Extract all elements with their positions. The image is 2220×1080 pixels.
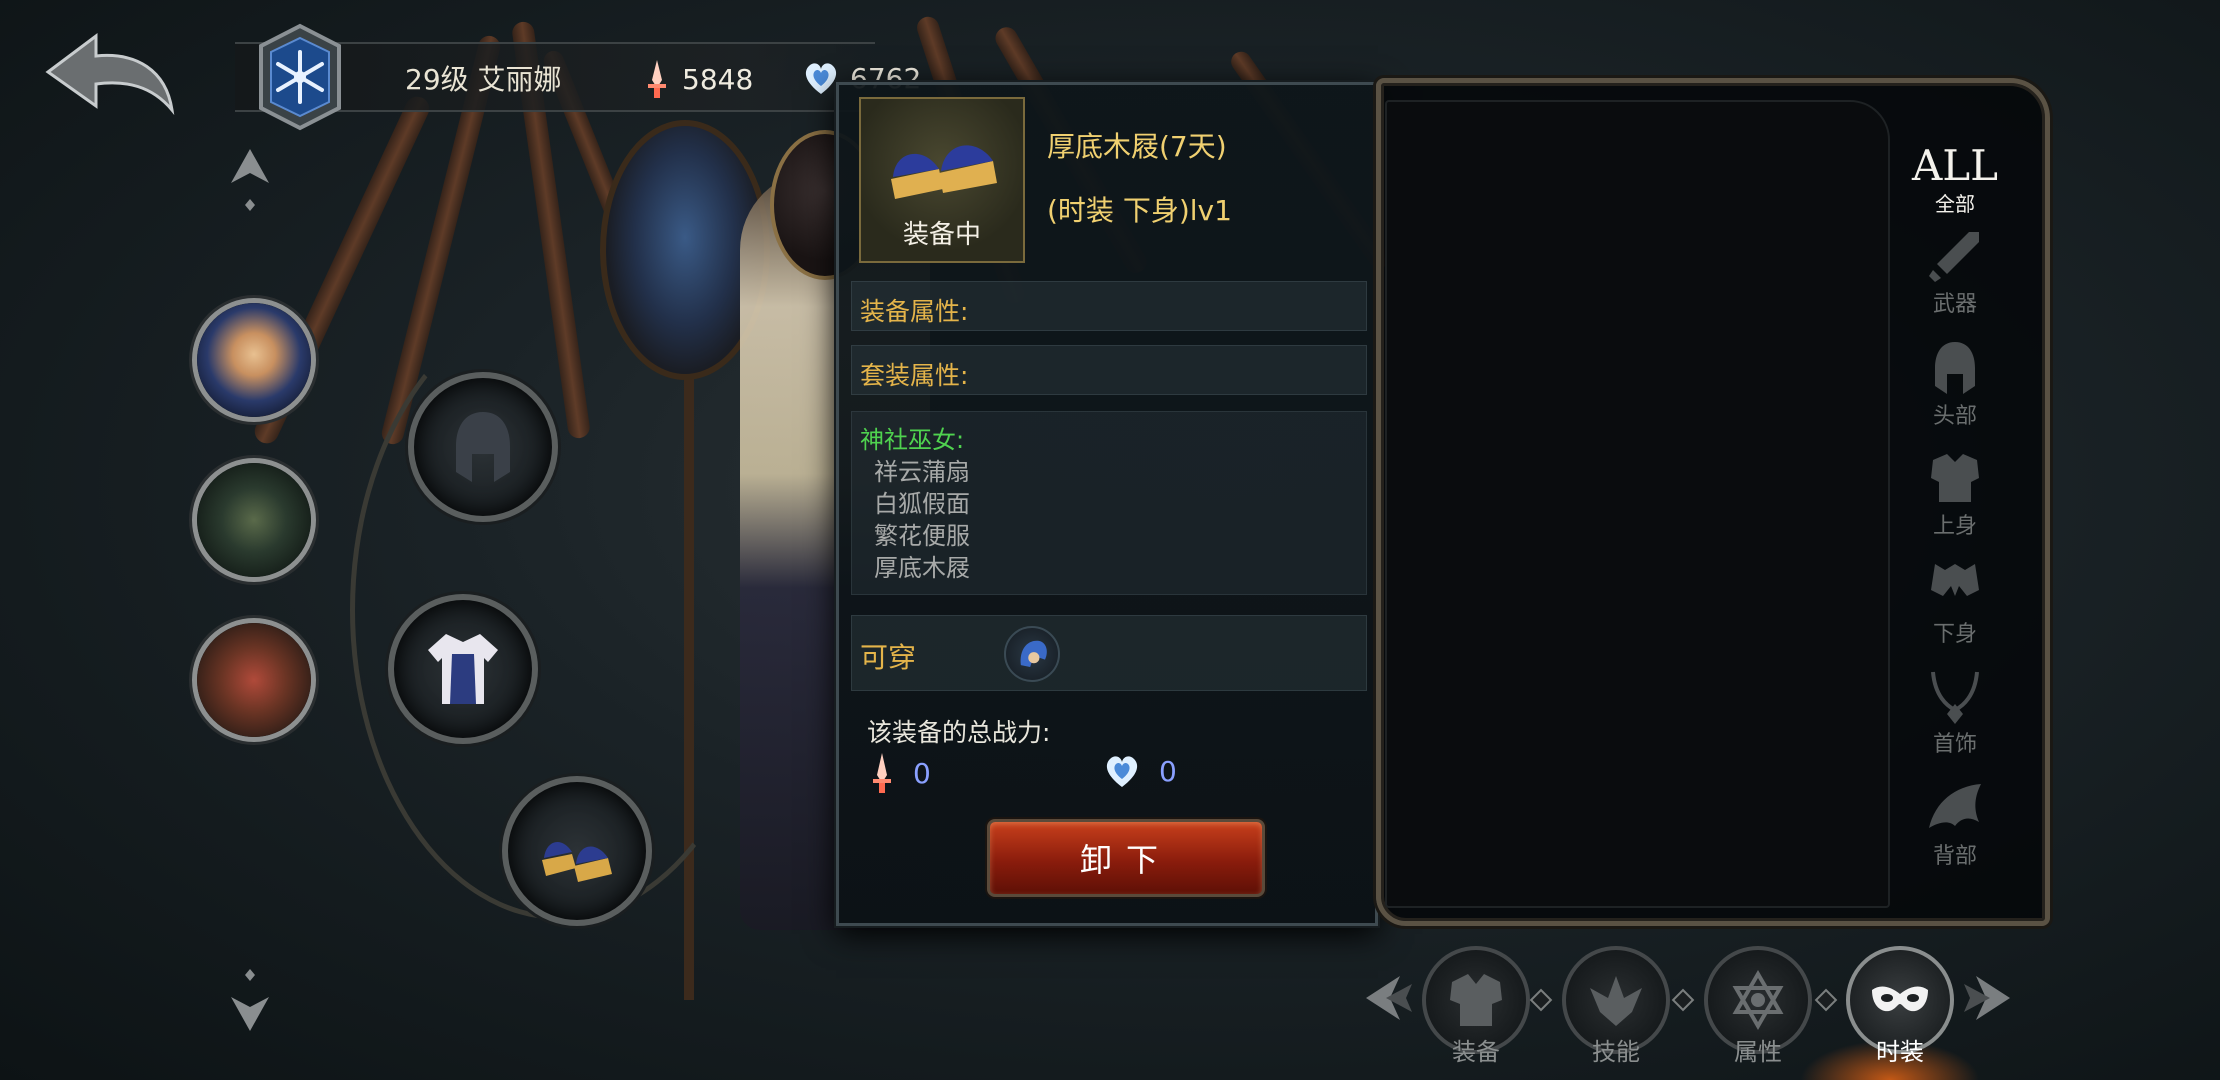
- equip-slot-upper[interactable]: [388, 594, 538, 744]
- tab-fashion-label: 时装: [1876, 1038, 1924, 1066]
- filter-head[interactable]: 头部: [1900, 338, 2010, 430]
- filter-all-big-label: ALL: [1911, 141, 1999, 190]
- sword-icon: [1929, 232, 1979, 282]
- character-portrait-assassin[interactable]: [192, 458, 316, 582]
- class-hood-icon: [1004, 626, 1060, 682]
- set-attributes-label: 套装属性:: [860, 361, 969, 390]
- clog-shoes-icon: [542, 841, 612, 882]
- filter-lower[interactable]: 下身: [1900, 556, 2010, 648]
- player-level-name: 29级 艾丽娜: [405, 63, 562, 96]
- item-icon-frame: 装备中: [859, 97, 1025, 263]
- scroll-down-button[interactable]: [225, 965, 275, 1031]
- wing-icon: [1929, 784, 1981, 828]
- arrow-down-icon: [231, 969, 269, 1031]
- sword-power-icon: [873, 753, 891, 793]
- set-item: 繁花便服: [874, 522, 970, 550]
- helmet-icon: [456, 412, 510, 482]
- item-title: 厚底木屐(7天): [1047, 130, 1227, 163]
- tab-next-button[interactable]: [1956, 968, 2016, 1028]
- filter-label: 背部: [1932, 844, 1977, 869]
- total-power-label: 该装备的总战力:: [867, 718, 1051, 747]
- equip-slot-head[interactable]: [408, 372, 558, 522]
- set-bonus-box: 神社巫女: 祥云蒲扇 白狐假面 繁花便服 厚底木屐: [851, 411, 1367, 595]
- filter-label: 全部: [1935, 192, 1975, 216]
- set-name: 神社巫女:: [860, 426, 965, 454]
- tab-equipment-label: 装备: [1452, 1038, 1500, 1066]
- item-attack-power: 0: [867, 751, 931, 795]
- scroll-up-button[interactable]: [225, 145, 275, 211]
- equip-attributes-label: 装备属性:: [860, 297, 969, 326]
- back-arrow-icon: [45, 33, 175, 116]
- character-portrait-priestess[interactable]: [192, 298, 316, 422]
- item-attack-value: 0: [913, 756, 931, 790]
- tab-prev-button[interactable]: [1360, 968, 1420, 1028]
- dress-top-icon: [428, 634, 498, 704]
- class-emblem-icon: [255, 22, 345, 132]
- equip-attributes-row: 装备属性:: [851, 281, 1367, 331]
- chevron-right-icon: [1964, 976, 2010, 1020]
- filter-back[interactable]: 背部: [1900, 778, 2010, 870]
- filter-label: 上身: [1932, 514, 1977, 539]
- necklace-icon: [1931, 671, 1979, 724]
- sword-power-icon: [648, 60, 666, 98]
- arrow-up-icon: [231, 149, 269, 211]
- item-defense-value: 0: [1159, 754, 1177, 788]
- set-attributes-row: 套装属性:: [851, 345, 1367, 395]
- chest-armor-icon: [1931, 454, 1979, 502]
- heart-shield-icon: [1106, 756, 1138, 787]
- character-portrait-warrior[interactable]: [192, 618, 316, 742]
- leg-armor-icon: [1931, 564, 1979, 596]
- mask-icon: [1872, 986, 1928, 1012]
- item-defense-power: 0: [1101, 751, 1177, 791]
- equip-slot-lower[interactable]: [502, 776, 652, 926]
- chevron-left-icon: [1366, 976, 1412, 1020]
- inventory-grid[interactable]: [1385, 100, 1890, 908]
- tab-attributes-label: 属性: [1734, 1038, 1782, 1066]
- filter-all[interactable]: ALL 全部: [1900, 144, 2010, 217]
- back-button[interactable]: [40, 30, 180, 120]
- set-item: 祥云蒲扇: [874, 458, 970, 486]
- item-type-level: (时装 下身)lv1: [1047, 194, 1232, 227]
- filter-upper[interactable]: 上身: [1900, 448, 2010, 540]
- hexagram-icon: [1732, 970, 1784, 1030]
- armor-icon: [1450, 974, 1502, 1026]
- filter-label: 头部: [1932, 404, 1977, 429]
- filter-label: 下身: [1932, 622, 1977, 647]
- equipped-status-label: 装备中: [902, 220, 981, 250]
- filter-weapon[interactable]: 武器: [1900, 226, 2010, 318]
- filter-accessory[interactable]: 首饰: [1900, 666, 2010, 758]
- wearable-label: 可穿: [860, 641, 917, 674]
- attack-power-value: 5848: [682, 62, 754, 96]
- helmet-icon: [1935, 342, 1975, 394]
- tab-skills-label: 技能: [1592, 1038, 1640, 1066]
- filter-label: 武器: [1932, 292, 1977, 317]
- filter-label: 首饰: [1932, 732, 1977, 757]
- clog-shoes-icon: [891, 145, 997, 199]
- skill-wings-icon: [1590, 976, 1642, 1026]
- unequip-button[interactable]: 卸下: [987, 819, 1265, 897]
- set-item: 白狐假面: [874, 490, 970, 518]
- item-detail-panel: 装备中 厚底木屐(7天) (时装 下身)lv1 装备属性: 套装属性: 神社巫女…: [836, 82, 1378, 926]
- wearable-row: 可穿: [851, 615, 1367, 691]
- attack-power-stat: 5848: [640, 58, 753, 100]
- set-item: 厚底木屐: [874, 554, 970, 582]
